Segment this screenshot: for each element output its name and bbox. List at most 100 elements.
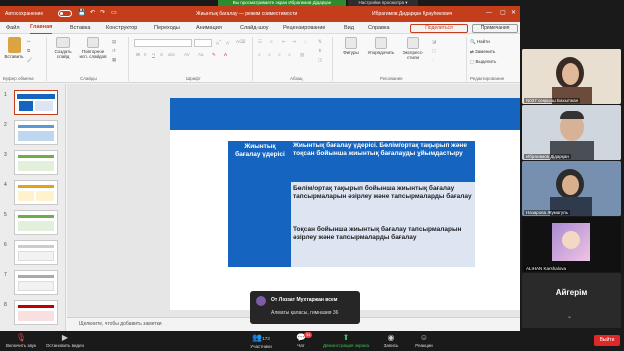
- tab-slideshow[interactable]: Слайд-шоу: [240, 22, 269, 34]
- participant-tile[interactable]: ALIHAN Karshalova: [522, 217, 621, 272]
- section-icon[interactable]: ▦: [112, 57, 116, 63]
- autosave-toggle[interactable]: [58, 10, 72, 17]
- find-label: Найти: [476, 39, 490, 44]
- select-button[interactable]: ⬚ Выделить: [470, 59, 496, 65]
- shadow-icon[interactable]: S: [160, 52, 163, 57]
- slide-thumbnail[interactable]: [14, 90, 58, 115]
- change-case-icon[interactable]: Aa: [198, 52, 204, 57]
- reactions-button[interactable]: ☺ Реакции: [412, 331, 436, 351]
- slide-thumbnail[interactable]: [14, 180, 58, 205]
- save-icon[interactable]: 💾: [78, 10, 85, 17]
- close-icon[interactable]: ✕: [511, 10, 516, 17]
- find-button[interactable]: 🔍 Найти: [470, 39, 490, 45]
- drawing-group-label: Рисование: [380, 76, 403, 81]
- unmute-button[interactable]: 🎙 Включить звук: [2, 331, 40, 351]
- slide-thumbnail[interactable]: [14, 270, 58, 295]
- font-size-select[interactable]: [194, 39, 212, 47]
- maximize-icon[interactable]: ▢: [500, 10, 506, 17]
- tab-file[interactable]: Файл: [6, 22, 20, 34]
- new-slide-label: Создать слайд: [54, 49, 72, 59]
- slide-thumbnail[interactable]: [14, 300, 58, 325]
- participant-tile[interactable]: Ибрагимов Дідарқан: [522, 105, 621, 160]
- align-center-icon[interactable]: ≡: [268, 52, 271, 57]
- participants-button[interactable]: 👥173 Участники: [246, 331, 276, 351]
- chevron-down-icon[interactable]: ⌄: [567, 313, 572, 320]
- replace-icon: ⇄: [470, 49, 474, 54]
- participant-tile[interactable]: N037 сеңкызы Бахытжан: [522, 49, 621, 104]
- shapes-button[interactable]: Фигуры: [340, 37, 362, 55]
- slide-thumbnail[interactable]: [14, 210, 58, 235]
- clear-format-icon[interactable]: A⌫: [236, 39, 245, 45]
- reuse-slides-button[interactable]: Повторное исп. слайдов: [78, 37, 108, 59]
- table-cell-text: Жиынтық бағалау үдерісі. Бөлім/ортақ тақ…: [293, 142, 467, 157]
- align-text-icon[interactable]: ⬍: [318, 48, 322, 54]
- thumbnail-number: 5: [4, 212, 7, 218]
- quick-styles-icon: [407, 37, 419, 49]
- share-screen-button[interactable]: ⬆ Демонстрация экрана: [318, 331, 374, 351]
- slide-thumbnail[interactable]: [14, 120, 58, 145]
- tab-insert[interactable]: Вставка: [70, 22, 90, 34]
- reset-icon[interactable]: ↺: [112, 48, 116, 54]
- smartart-icon[interactable]: ◫: [318, 57, 322, 63]
- tab-help[interactable]: Справка: [368, 22, 390, 34]
- cut-icon[interactable]: ✂: [27, 39, 31, 45]
- align-left-icon[interactable]: ≡: [258, 52, 261, 57]
- participants-icon: 👥173: [252, 333, 270, 342]
- leave-button[interactable]: Выйти: [594, 335, 620, 346]
- align-right-icon[interactable]: ≡: [278, 52, 281, 57]
- shape-fill-icon[interactable]: ◪: [432, 39, 436, 45]
- start-slideshow-icon[interactable]: ▭: [111, 10, 117, 17]
- shape-outline-icon[interactable]: ▢: [432, 48, 436, 54]
- slide-thumbnail[interactable]: [14, 150, 58, 175]
- undo-icon[interactable]: ↶: [90, 10, 95, 17]
- bullets-icon[interactable]: ☰: [258, 39, 262, 45]
- tab-animation[interactable]: Анимация: [196, 22, 222, 34]
- line-spacing-icon[interactable]: ↕: [304, 39, 306, 44]
- chat-notification[interactable]: От Ләззат Мухтаржан всем Алматы қаласы, …: [250, 291, 360, 324]
- comments-button[interactable]: Примечания: [472, 24, 518, 33]
- tab-home[interactable]: Главная: [30, 22, 53, 34]
- decrease-indent-icon[interactable]: ⇤: [282, 39, 286, 45]
- slide-thumbnail[interactable]: [14, 240, 58, 265]
- chat-button[interactable]: 💬 Чат 34: [290, 331, 313, 351]
- quick-styles-button[interactable]: Экспресс-стили: [398, 37, 428, 60]
- font-color-icon[interactable]: A: [224, 52, 227, 57]
- highlight-icon[interactable]: ✎: [212, 52, 216, 58]
- strikethrough-icon[interactable]: abc: [168, 52, 175, 57]
- underline-icon[interactable]: Ч: [152, 52, 155, 57]
- shape-effects-icon[interactable]: ◌: [432, 57, 435, 62]
- participant-tile[interactable]: Назарова Жумагуль: [522, 161, 621, 216]
- numbering-icon[interactable]: ≡: [270, 39, 273, 44]
- stop-video-button[interactable]: ▶ Остановить видео: [44, 331, 86, 351]
- grow-font-icon[interactable]: A+: [216, 39, 221, 46]
- bold-icon[interactable]: Ж: [136, 52, 140, 57]
- title-bar: Автосохранение 💾 ↶ ↷ ▭ Жиынтық бағалау —…: [0, 6, 520, 22]
- spacing-icon[interactable]: AV: [184, 52, 190, 57]
- tab-transitions[interactable]: Переходы: [154, 22, 180, 34]
- increase-indent-icon[interactable]: ⇥: [292, 39, 296, 45]
- columns-icon[interactable]: ▥: [300, 52, 304, 58]
- format-painter-icon[interactable]: 🖌: [27, 57, 33, 63]
- italic-icon[interactable]: К: [144, 52, 147, 57]
- tab-review[interactable]: Рецензирование: [283, 22, 325, 34]
- text-direction-icon[interactable]: ⇅: [318, 39, 322, 45]
- redo-icon[interactable]: ↷: [100, 10, 105, 17]
- share-button[interactable]: Поделиться: [410, 24, 468, 33]
- paste-button[interactable]: Вставить: [3, 37, 25, 59]
- replace-button[interactable]: ⇄ Заменить: [470, 49, 495, 55]
- font-name-select[interactable]: [134, 39, 192, 47]
- layout-icon[interactable]: ▤: [112, 39, 116, 45]
- new-slide-button[interactable]: Создать слайд: [50, 37, 76, 59]
- tab-design[interactable]: Конструктор: [106, 22, 137, 34]
- minimize-icon[interactable]: —: [486, 10, 492, 17]
- record-button[interactable]: ◉ Запись: [380, 331, 402, 351]
- avatar: [256, 296, 266, 306]
- tab-view[interactable]: Вид: [344, 22, 354, 34]
- copy-icon[interactable]: ⧉: [27, 48, 30, 53]
- reactions-label: Реакции: [415, 343, 433, 348]
- justify-icon[interactable]: ≡: [288, 52, 291, 57]
- participant-tile[interactable]: Айгерім ⌄: [522, 273, 621, 328]
- separator: [332, 37, 333, 81]
- arrange-button[interactable]: Упорядочить: [366, 37, 396, 55]
- shrink-font-icon[interactable]: A-: [226, 39, 230, 46]
